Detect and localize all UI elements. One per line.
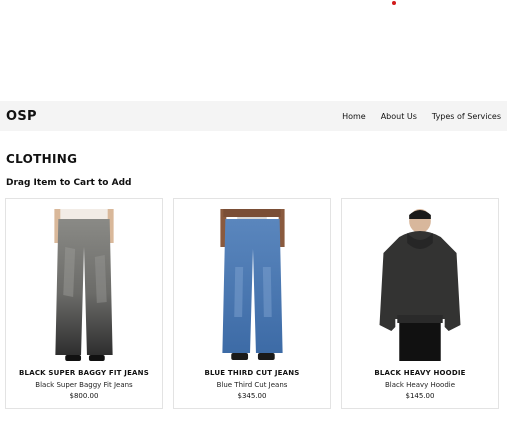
product-description: Blue Third Cut Jeans (216, 381, 288, 389)
nav-about-link[interactable]: About Us (381, 112, 417, 121)
product-card[interactable]: BLACK SUPER BAGGY FIT JEANS Black Super … (5, 198, 163, 409)
red-dot-indicator (392, 1, 396, 5)
product-grid: BLACK SUPER BAGGY FIT JEANS Black Super … (5, 198, 499, 409)
product-image[interactable] (342, 207, 498, 365)
product-description: Black Super Baggy Fit Jeans (35, 381, 133, 389)
product-price: $345.00 (237, 392, 267, 400)
top-navbar: OSP Home About Us Types of Services (0, 101, 507, 131)
product-price: $145.00 (405, 392, 435, 400)
nav-services-link[interactable]: Types of Services (432, 112, 501, 121)
page-title: CLOTHING (6, 152, 78, 166)
product-name: BLUE THIRD CUT JEANS (204, 369, 300, 377)
product-name: BLACK HEAVY HOODIE (374, 369, 466, 377)
nav-links: Home About Us Types of Services (342, 112, 501, 121)
product-description: Black Heavy Hoodie (384, 381, 456, 389)
product-card[interactable]: BLUE THIRD CUT JEANS Blue Third Cut Jean… (173, 198, 331, 409)
brand-logo[interactable]: OSP (6, 109, 37, 124)
product-name: BLACK SUPER BAGGY FIT JEANS (19, 369, 149, 377)
nav-home-link[interactable]: Home (342, 112, 366, 121)
product-card[interactable]: BLACK HEAVY HOODIE Black Heavy Hoodie $1… (341, 198, 499, 409)
product-price: $800.00 (69, 392, 99, 400)
page-subtitle: Drag Item to Cart to Add (6, 178, 132, 188)
product-image[interactable] (6, 207, 162, 365)
product-image[interactable] (174, 207, 330, 365)
